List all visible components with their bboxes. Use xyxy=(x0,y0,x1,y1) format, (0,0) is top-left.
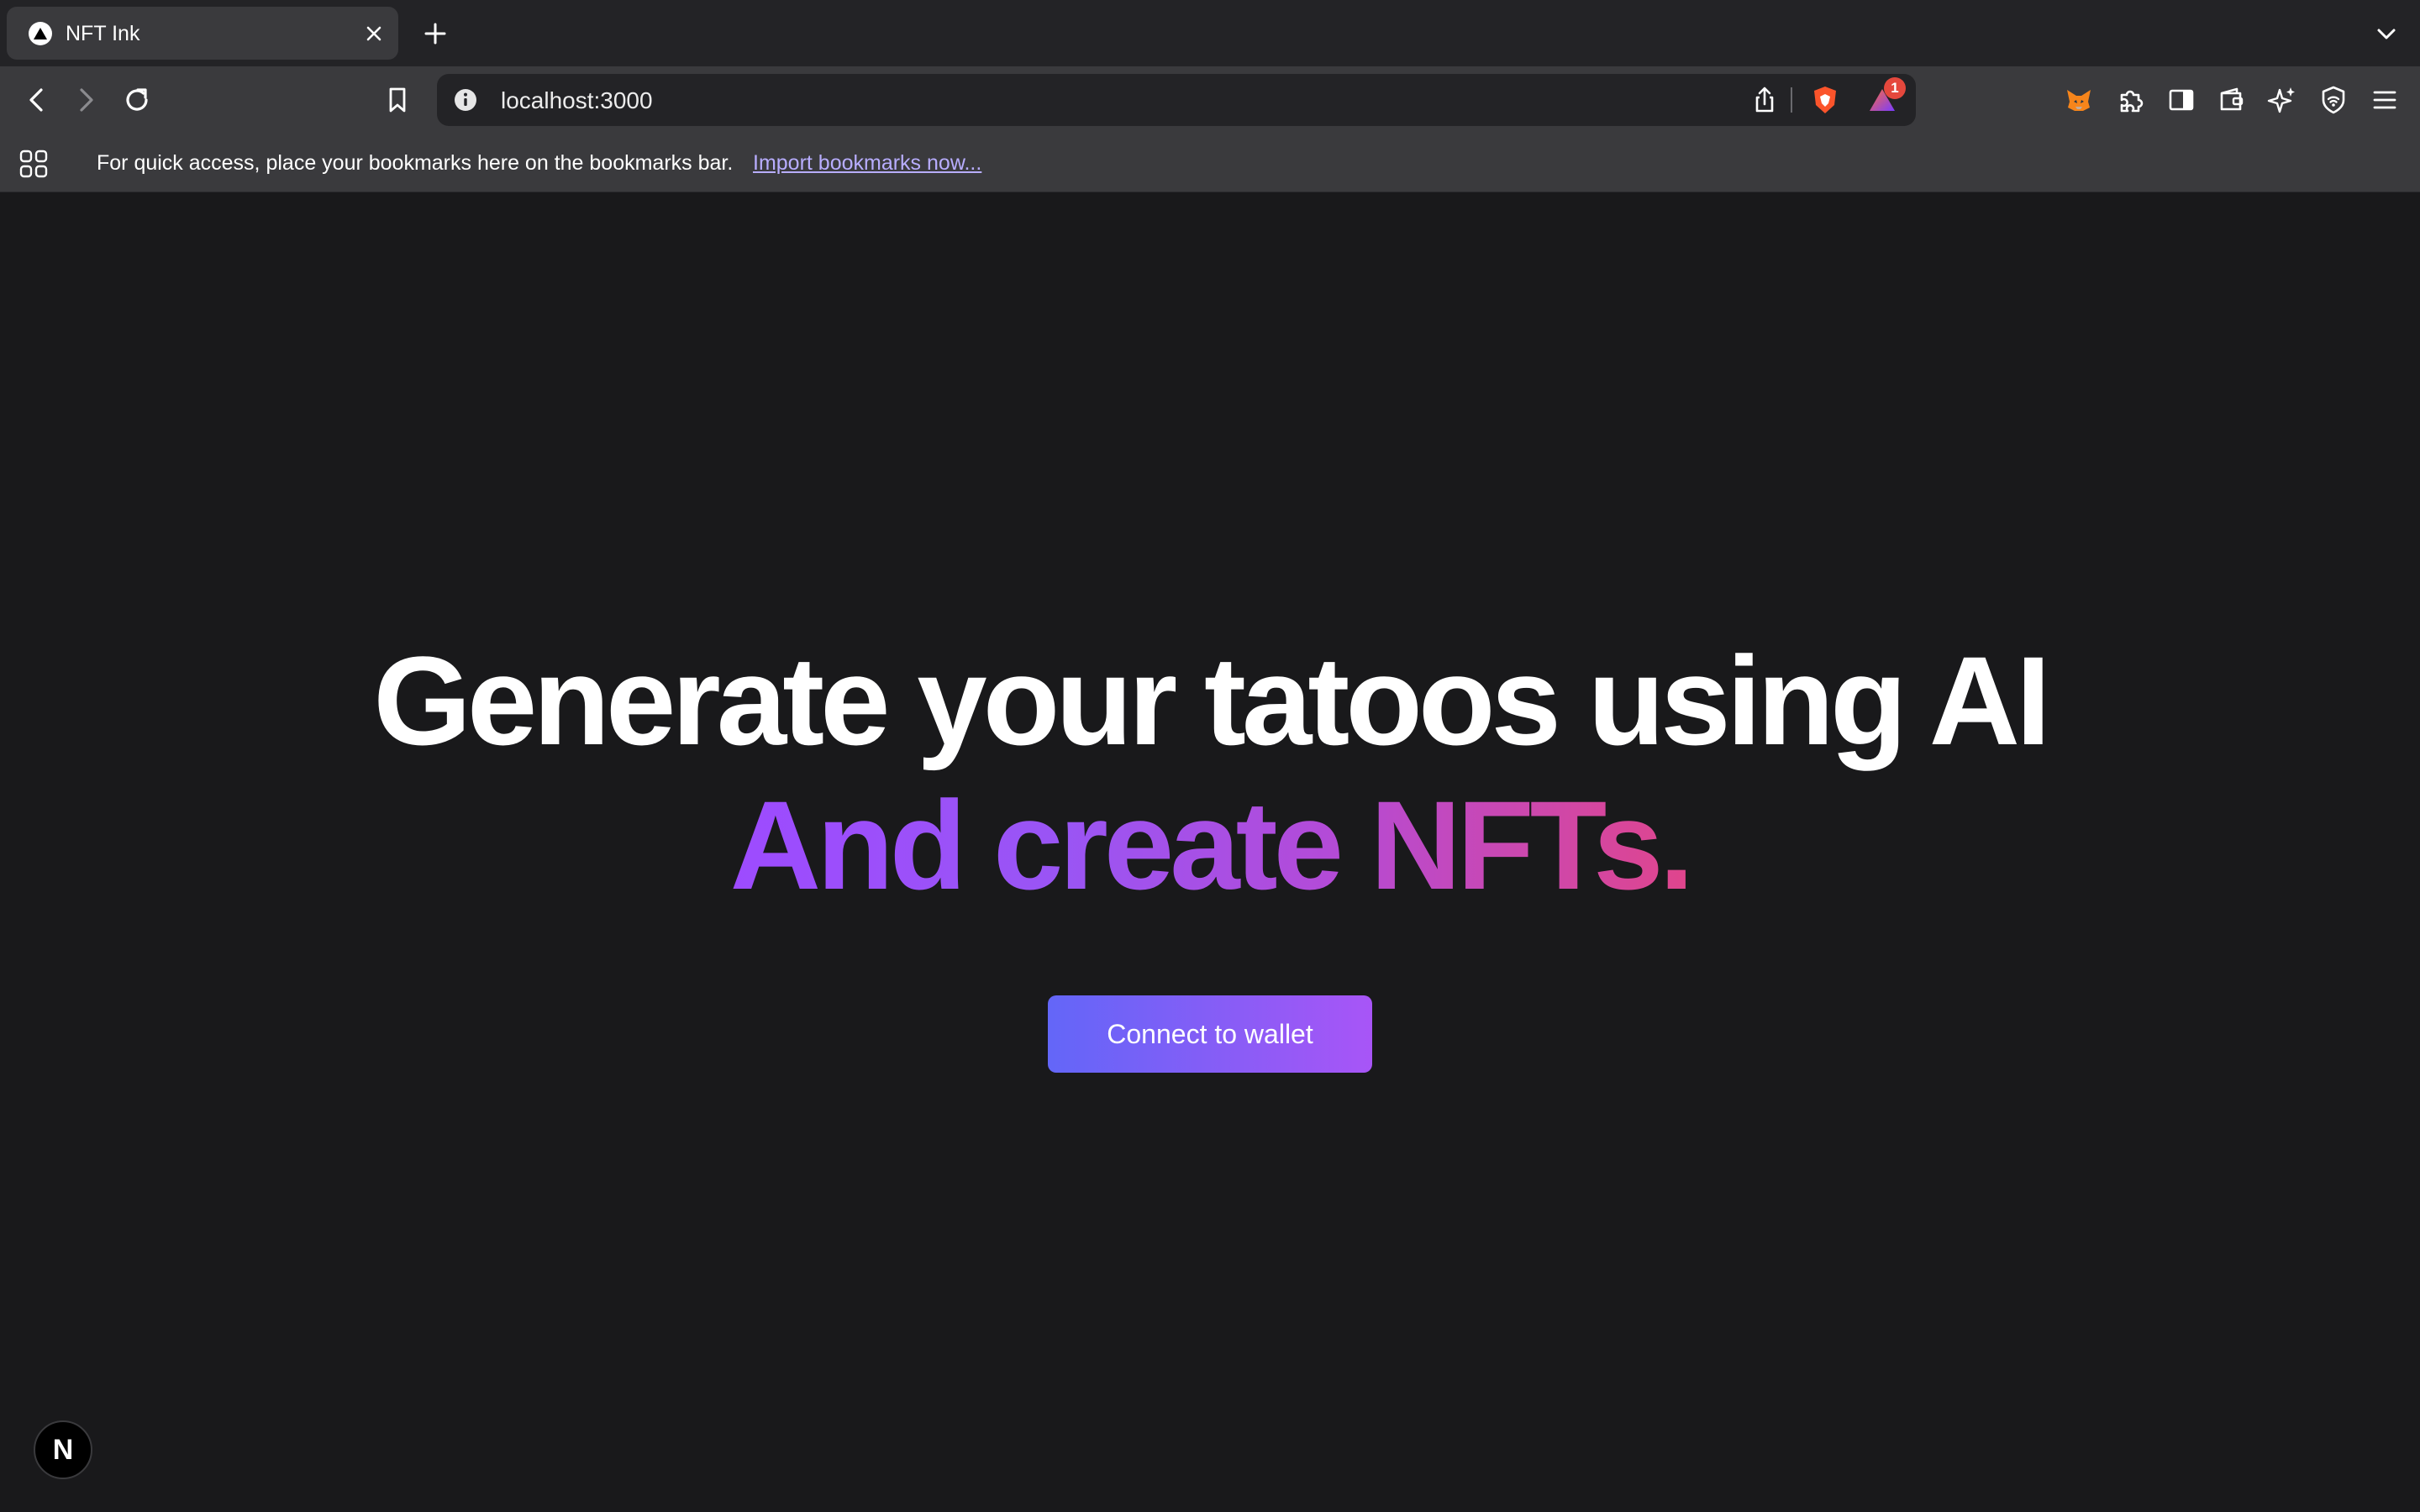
import-bookmarks-link[interactable]: Import bookmarks now... xyxy=(753,151,981,175)
nextjs-triangle-icon xyxy=(29,22,52,45)
apps-grid-icon[interactable] xyxy=(17,147,50,181)
share-icon[interactable] xyxy=(1748,83,1781,117)
hamburger-menu-icon[interactable] xyxy=(2368,83,2402,117)
browser-toolbar: localhost:3000 1 xyxy=(0,66,2420,134)
reload-icon[interactable] xyxy=(120,83,154,117)
extensions-puzzle-icon[interactable] xyxy=(2114,83,2148,117)
brave-shields-icon[interactable] xyxy=(1808,83,1842,117)
omnibox-divider xyxy=(1791,87,1792,113)
browser-tab[interactable]: NFT Ink xyxy=(7,7,398,60)
metamask-fox-icon[interactable] xyxy=(2062,83,2096,117)
wallet-icon[interactable] xyxy=(2215,83,2249,117)
close-icon[interactable] xyxy=(363,23,385,45)
tab-strip: NFT Ink xyxy=(0,0,2420,66)
nextjs-dev-indicator[interactable]: N xyxy=(34,1420,92,1479)
new-tab-plus-icon[interactable] xyxy=(420,18,450,49)
bookmarks-bar: For quick access, place your bookmarks h… xyxy=(0,134,2420,192)
chevron-down-icon[interactable] xyxy=(2373,20,2400,47)
hero-headline: Generate your tatoos using AI xyxy=(373,630,2050,771)
vpn-shield-icon[interactable] xyxy=(2317,83,2350,117)
hero-subheadline: And create NFTs. xyxy=(0,774,2420,916)
bookmarks-bar-message: For quick access, place your bookmarks h… xyxy=(97,151,734,175)
page-content: Generate your tatoos using AI And create… xyxy=(0,192,2420,1512)
connect-wallet-button[interactable]: Connect to wallet xyxy=(1048,995,1372,1073)
forward-arrow-icon[interactable] xyxy=(69,83,103,117)
info-icon[interactable] xyxy=(449,83,482,117)
back-arrow-icon[interactable] xyxy=(20,83,54,117)
rewards-count-badge: 1 xyxy=(1884,77,1906,99)
bookmark-icon[interactable] xyxy=(381,83,414,117)
leo-ai-sparkle-icon[interactable] xyxy=(2265,83,2299,117)
address-bar[interactable]: localhost:3000 1 xyxy=(437,74,1916,126)
url-text: localhost:3000 xyxy=(501,87,653,113)
sidebar-toggle-icon[interactable] xyxy=(2165,83,2198,117)
hero-subheadline-text: And create NFTs. xyxy=(729,774,1694,916)
tab-title: NFT Ink xyxy=(66,22,140,45)
